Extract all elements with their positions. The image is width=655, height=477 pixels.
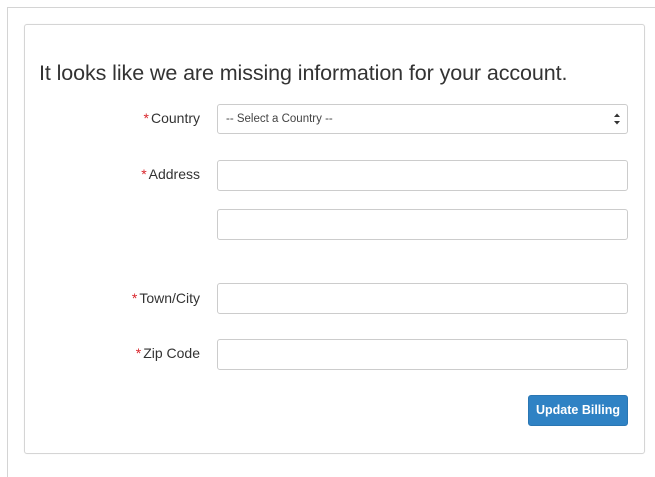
town-input[interactable] (217, 283, 628, 314)
required-marker: * (135, 345, 142, 361)
zip-label: * Zip Code (136, 343, 200, 363)
country-label: * Country (144, 108, 200, 128)
country-select[interactable]: -- Select a Country -- (217, 104, 628, 134)
town-label-text: Town/City (139, 290, 200, 306)
updown-caret-icon (614, 113, 620, 125)
address-label: * Address (141, 164, 200, 184)
zip-input[interactable] (217, 339, 628, 370)
address-line1-input[interactable] (217, 160, 628, 191)
required-marker: * (143, 110, 149, 126)
zip-label-text: Zip Code (143, 345, 200, 361)
country-label-text: Country (150, 110, 200, 126)
update-billing-button[interactable]: Update Billing (528, 395, 628, 426)
country-select-value: -- Select a Country -- (226, 113, 333, 125)
required-marker: * (141, 166, 147, 182)
town-label: * Town/City (132, 288, 200, 308)
address-label-text: Address (148, 166, 200, 182)
required-marker: * (131, 290, 138, 306)
page-heading: It looks like we are missing information… (39, 61, 568, 85)
address-line2-input[interactable] (217, 209, 628, 240)
